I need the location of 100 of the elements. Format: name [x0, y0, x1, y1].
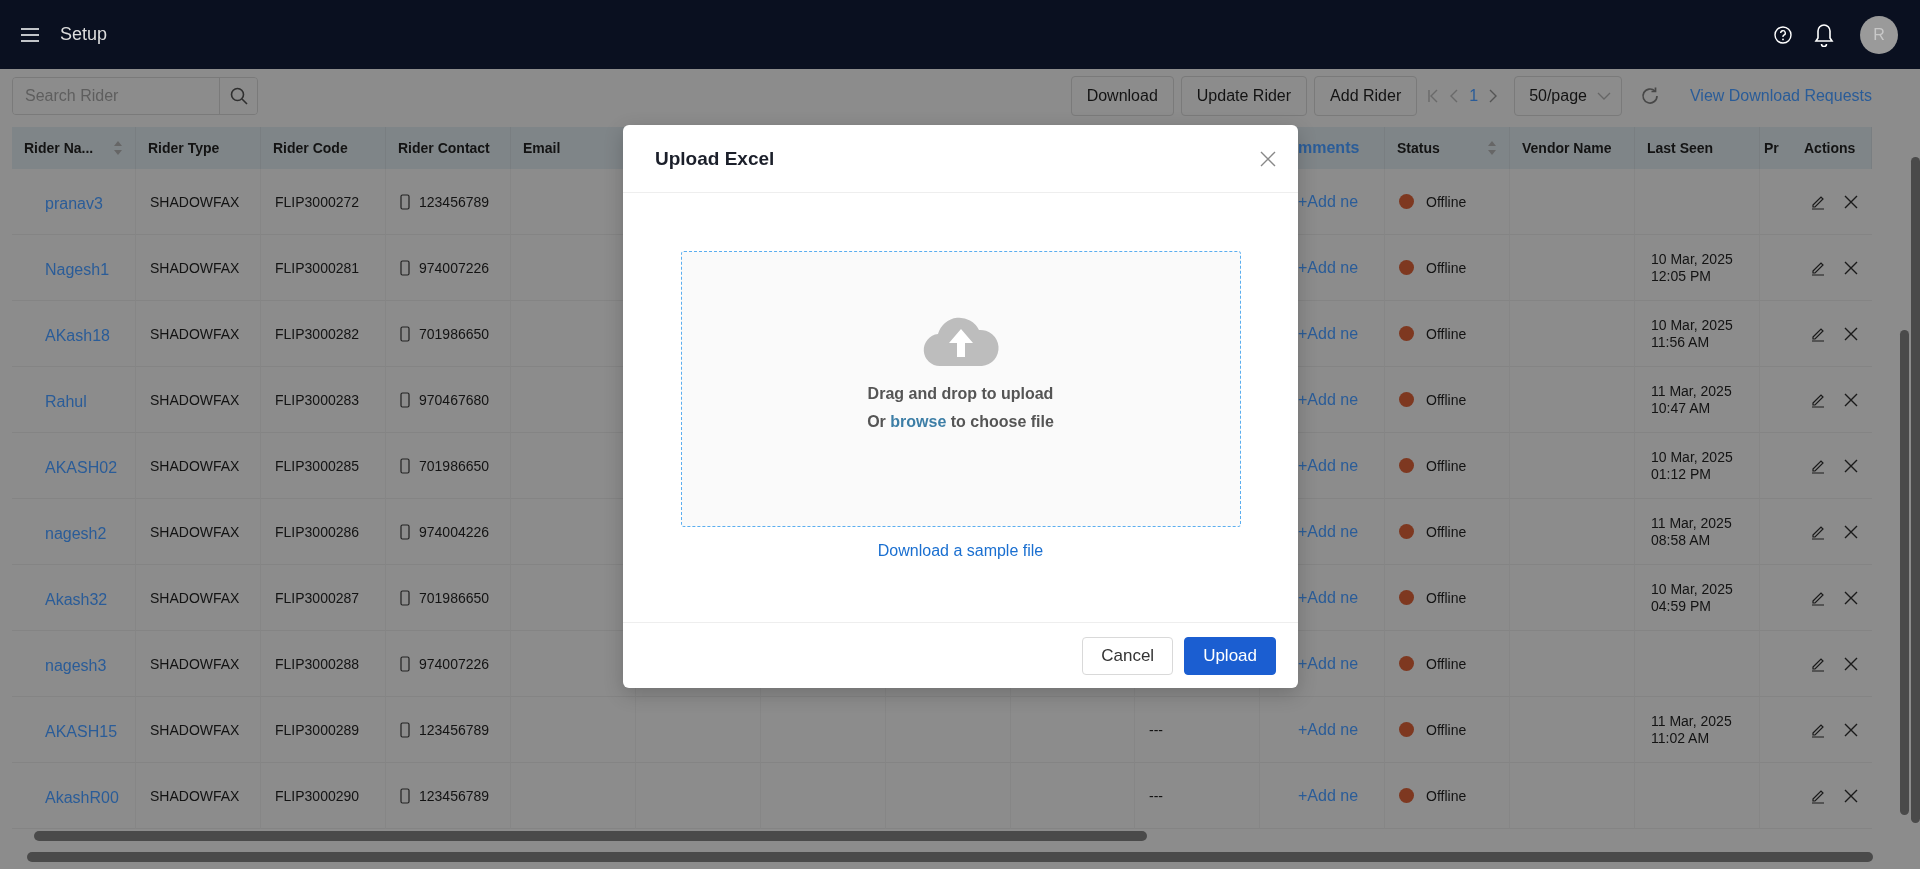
add-comment-link[interactable]: +Add ne	[1298, 324, 1359, 343]
cancel-button[interactable]: Cancel	[1082, 636, 1174, 675]
dialog-title: Upload Excel	[655, 147, 776, 170]
add-comment-link[interactable]: +Add ne	[1298, 720, 1359, 739]
close-icon[interactable]	[1844, 392, 1858, 407]
toolbar-button[interactable]: Update Rider	[1180, 76, 1308, 116]
status-text: Offline	[1426, 259, 1467, 276]
status-text: Offline	[1426, 721, 1467, 738]
phone-icon	[400, 391, 410, 408]
add-comment-link[interactable]: +Add ne	[1298, 192, 1359, 211]
phone-number: 974007226	[419, 655, 490, 672]
phone-icon	[400, 193, 410, 210]
close-icon[interactable]	[1260, 150, 1276, 167]
menu-icon[interactable]	[20, 26, 40, 43]
last-seen-time: 10 Mar, 2025 04:59 PM	[1651, 580, 1734, 615]
rider-name-link[interactable]: Akash32	[45, 590, 108, 609]
table-cell: FLIP3000285	[261, 433, 386, 499]
rider-name-link[interactable]: pranav3	[45, 194, 103, 213]
column-title: Status	[1397, 140, 1440, 156]
close-icon[interactable]	[1844, 722, 1858, 737]
table-cell: ---	[1135, 763, 1260, 829]
table-cell: FLIP3000288	[261, 631, 386, 697]
table-cell: SHADOWFAX	[136, 565, 261, 631]
close-icon[interactable]	[1844, 326, 1858, 341]
status-text: Offline	[1426, 193, 1467, 210]
column-title: Vendor Name	[1522, 140, 1612, 156]
column-title: Email	[523, 140, 561, 156]
add-comment-link[interactable]: +Add ne	[1298, 522, 1359, 541]
column-title: Last Seen	[1647, 140, 1714, 156]
search-button[interactable]	[219, 78, 257, 114]
status-text: Offline	[1426, 523, 1467, 540]
rider-name-link[interactable]: Nagesh1	[45, 260, 110, 279]
table-cell: FLIP3000290	[261, 763, 386, 829]
rider-name-link[interactable]: AKASH02	[45, 458, 118, 477]
add-comment-link[interactable]: +Add ne	[1298, 456, 1359, 475]
table-cell: SHADOWFAX	[136, 631, 261, 697]
bell-icon[interactable]	[1814, 22, 1834, 47]
table-cell: FLIP3000283	[261, 367, 386, 433]
table-cell: SHADOWFAX	[136, 763, 261, 829]
rider-name-link[interactable]: Rahul	[45, 392, 87, 411]
toolbar-button[interactable]: Add Rider	[1314, 76, 1418, 116]
status-text: Offline	[1426, 787, 1467, 804]
download-requests-link[interactable]: View Download Requests	[1689, 87, 1872, 105]
table-cell: FLIP3000287	[261, 565, 386, 631]
page-size-select[interactable]: 50/page	[1514, 76, 1622, 116]
add-comment-link[interactable]: +Add ne	[1298, 654, 1359, 673]
toolbar-button[interactable]: Download	[1070, 76, 1174, 116]
phone-icon	[400, 259, 410, 276]
phone-icon	[400, 589, 410, 606]
page-size-value: 50/page	[1529, 87, 1587, 105]
phone-icon	[400, 523, 410, 540]
add-comment-link[interactable]: +Add ne	[1298, 390, 1359, 409]
help-icon[interactable]	[1774, 25, 1792, 44]
close-icon[interactable]	[1844, 590, 1858, 605]
table-cell: SHADOWFAX	[136, 697, 261, 763]
page-title: Setup	[60, 24, 108, 45]
table-cell: SHADOWFAX	[136, 367, 261, 433]
last-seen-time: 11 Mar, 2025 10:47 AM	[1651, 382, 1733, 417]
close-icon[interactable]	[1844, 656, 1858, 671]
add-comment-link[interactable]: +Add ne	[1298, 258, 1359, 277]
close-icon[interactable]	[1844, 524, 1858, 539]
column-title: Rider Na...	[24, 140, 94, 156]
browse-link[interactable]: browse	[890, 413, 947, 430]
drop-instructions: Drag and drop to upload	[867, 384, 1054, 404]
sample-file-link[interactable]: Download a sample file	[877, 542, 1044, 560]
phone-number: 970467680	[419, 391, 490, 408]
close-icon[interactable]	[1844, 194, 1858, 209]
status-text: Offline	[1426, 655, 1467, 672]
status-text: Offline	[1426, 589, 1467, 606]
table-cell: SHADOWFAX	[136, 301, 261, 367]
last-seen-time: 11 Mar, 2025 08:58 AM	[1651, 514, 1733, 549]
last-seen-time: 10 Mar, 2025 12:05 PM	[1651, 250, 1734, 285]
add-comment-link[interactable]: +Add ne	[1298, 786, 1359, 805]
column-title: Pr	[1764, 140, 1779, 156]
column-title: Actions	[1804, 140, 1856, 156]
close-icon[interactable]	[1844, 788, 1858, 803]
status-text: Offline	[1426, 325, 1467, 342]
phone-number: 701986650	[419, 589, 490, 606]
status-text: Offline	[1426, 391, 1467, 408]
table-cell: FLIP3000272	[261, 169, 386, 235]
rider-name-link[interactable]: AKASH15	[45, 722, 118, 741]
table-cell: SHADOWFAX	[136, 235, 261, 301]
page-number[interactable]: 1	[1469, 87, 1479, 105]
column-title: Rider Code	[273, 140, 348, 156]
phone-number: 974004226	[419, 523, 490, 540]
close-icon[interactable]	[1844, 458, 1858, 473]
rider-name-link[interactable]: nagesh3	[45, 656, 107, 675]
rider-name-link[interactable]: AKash18	[45, 326, 110, 345]
phone-number: 701986650	[419, 457, 490, 474]
add-comment-link[interactable]: +Add ne	[1298, 588, 1359, 607]
rider-name-link[interactable]: AkashR00	[45, 788, 119, 807]
drop-zone[interactable]: Drag and drop to upload Or browse to choose file	[680, 251, 1241, 527]
phone-number: 123456789	[419, 721, 490, 738]
close-icon[interactable]	[1844, 260, 1858, 275]
last-seen-time: 10 Mar, 2025 11:56 AM	[1651, 316, 1734, 351]
rider-name-link[interactable]: nagesh2	[45, 524, 107, 543]
upload-button[interactable]: Upload	[1184, 636, 1276, 675]
phone-icon	[400, 325, 410, 342]
phone-number: 974007226	[419, 259, 490, 276]
refresh-icon[interactable]	[1639, 86, 1660, 106]
